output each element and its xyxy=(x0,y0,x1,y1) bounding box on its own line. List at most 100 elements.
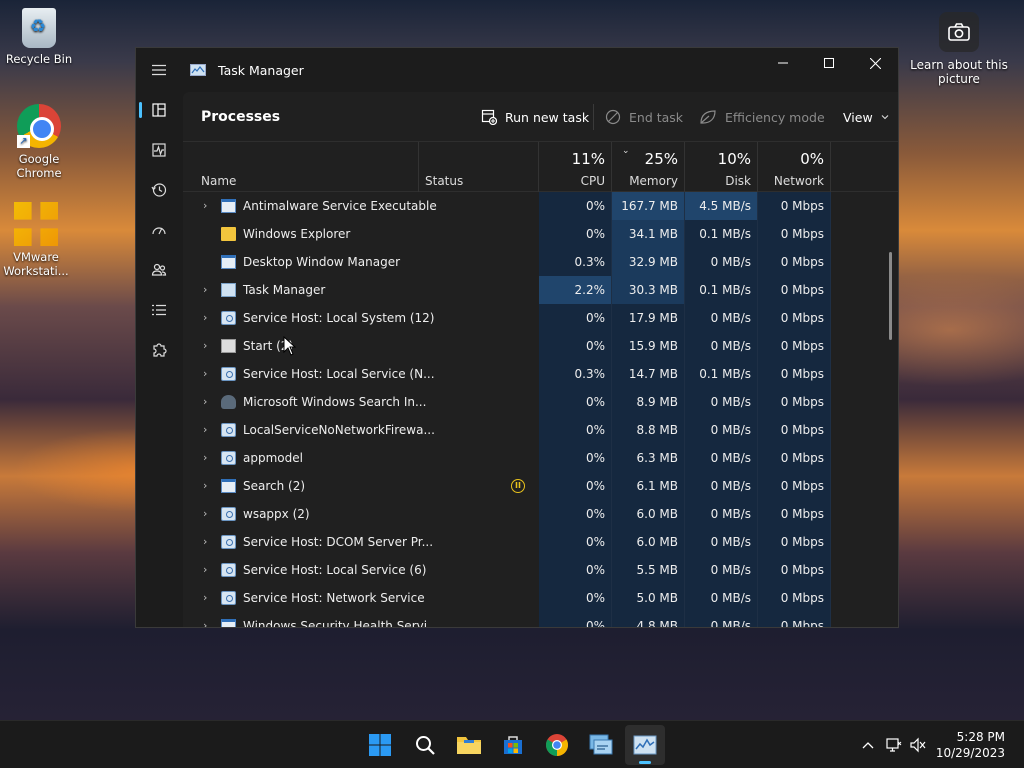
process-name: Desktop Window Manager xyxy=(243,255,401,269)
process-row[interactable]: › appmodel 0% 6.3 MB 0 MB/s 0 Mbps xyxy=(183,444,898,472)
gear-icon xyxy=(221,451,236,465)
disk-total-percent: 10% xyxy=(717,150,751,168)
start-button[interactable] xyxy=(360,725,400,765)
process-row[interactable]: › Search (2) II 0% 6.1 MB 0 MB/s 0 Mbps xyxy=(183,472,898,500)
process-mem: 14.7 MB xyxy=(612,360,685,388)
column-cpu[interactable]: 11% CPU xyxy=(539,142,612,192)
maximize-button[interactable] xyxy=(806,48,852,78)
vertical-scrollbar[interactable] xyxy=(889,252,892,340)
chevron-right-icon[interactable]: › xyxy=(203,556,207,584)
taskbar-google-chrome[interactable] xyxy=(537,725,577,765)
process-row[interactable]: › Service Host: Network Service 0% 5.0 MB 0 … xyxy=(183,584,898,612)
view-dropdown[interactable]: View xyxy=(843,92,889,142)
taskbar-search-button[interactable] xyxy=(405,725,445,765)
nav-processes[interactable] xyxy=(136,90,182,130)
hamburger-icon xyxy=(152,64,166,76)
chevron-right-icon[interactable]: › xyxy=(203,192,207,220)
chevron-right-icon[interactable]: › xyxy=(203,276,207,304)
process-row[interactable]: › Service Host: Local System (12) 0% 17.9 M… xyxy=(183,304,898,332)
nav-performance[interactable] xyxy=(136,130,182,170)
nav-startup-apps[interactable] xyxy=(136,210,182,250)
process-row[interactable]: › Service Host: Local Service (N... 0.3% 14… xyxy=(183,360,898,388)
column-memory-label: Memory xyxy=(629,174,678,188)
gear-icon xyxy=(221,591,236,605)
chevron-right-icon[interactable]: › xyxy=(203,500,207,528)
process-cpu: 0.3% xyxy=(539,360,612,388)
process-net: 0 Mbps xyxy=(758,472,831,500)
run-new-task-button[interactable]: Run new task xyxy=(481,92,589,142)
gear-icon xyxy=(221,507,236,521)
process-row[interactable]: › Windows Security Health Servi... 0% 4.8 M… xyxy=(183,612,898,627)
chevron-right-icon[interactable]: › xyxy=(203,444,207,472)
process-row[interactable]: › LocalServiceNoNetworkFirewa... 0% 8.8 MB 0… xyxy=(183,416,898,444)
hamburger-menu-button[interactable] xyxy=(136,48,182,92)
column-network[interactable]: 0% Network xyxy=(758,142,831,192)
taskbar-file-explorer[interactable] xyxy=(449,725,489,765)
process-name: LocalServiceNoNetworkFirewa... xyxy=(243,423,435,437)
desktop-icon-recycle-bin[interactable]: Recycle Bin xyxy=(1,8,77,66)
nav-users[interactable] xyxy=(136,250,182,290)
efficiency-mode-label: Efficiency mode xyxy=(725,109,825,125)
nav-details[interactable] xyxy=(136,290,182,330)
process-mem: 5.0 MB xyxy=(612,584,685,612)
close-button[interactable] xyxy=(852,48,898,78)
chevron-right-icon[interactable]: › xyxy=(203,472,207,500)
column-disk[interactable]: 10% Disk xyxy=(685,142,758,192)
process-net: 0 Mbps xyxy=(758,304,831,332)
process-row[interactable]: Desktop Window Manager 0.3% 32.9 MB 0 MB/s 0… xyxy=(183,248,898,276)
process-cpu: 0% xyxy=(539,556,612,584)
chevron-right-icon[interactable]: › xyxy=(203,612,207,627)
clock[interactable]: 5:28 PM 10/29/2023 xyxy=(936,729,1005,761)
chevron-right-icon[interactable]: › xyxy=(203,584,207,612)
process-status-cell xyxy=(419,444,539,472)
process-row[interactable]: › Service Host: Local Service (6) 0% 5.5 MB… xyxy=(183,556,898,584)
nav-services[interactable] xyxy=(136,330,182,370)
process-net: 0 Mbps xyxy=(758,528,831,556)
start-icon xyxy=(221,339,236,353)
chevron-right-icon[interactable]: › xyxy=(203,528,207,556)
nav-app-history[interactable] xyxy=(136,170,182,210)
process-mem: 6.3 MB xyxy=(612,444,685,472)
taskbar-microsoft-store[interactable] xyxy=(493,725,533,765)
spotlight-learn-about[interactable]: Learn about this picture xyxy=(904,12,1014,86)
quick-settings-button[interactable] xyxy=(882,727,930,763)
chevron-right-icon[interactable]: › xyxy=(203,304,207,332)
process-name-cell: › Service Host: Local Service (6) xyxy=(183,556,426,584)
title-bar[interactable]: Task Manager xyxy=(136,48,898,92)
process-net: 0 Mbps xyxy=(758,248,831,276)
shortcut-arrow-icon: ↗ xyxy=(17,135,30,148)
page-title: Processes xyxy=(201,108,281,125)
process-net: 0 Mbps xyxy=(758,444,831,472)
chevron-right-icon[interactable]: › xyxy=(203,416,207,444)
minimize-button[interactable] xyxy=(760,48,806,78)
process-disk: 0 MB/s xyxy=(685,332,758,360)
column-status[interactable]: Status xyxy=(419,142,539,192)
efficiency-mode-button[interactable]: Efficiency mode xyxy=(699,92,825,142)
process-net: 0 Mbps xyxy=(758,556,831,584)
taskbar-vmware-workstation[interactable] xyxy=(581,725,621,765)
end-task-button[interactable]: End task xyxy=(605,92,683,142)
process-row[interactable]: Windows Explorer 0% 34.1 MB 0.1 MB/s 0 Mbps xyxy=(183,220,898,248)
process-row[interactable]: › wsappx (2) 0% 6.0 MB 0 MB/s 0 Mbps xyxy=(183,500,898,528)
process-net: 0 Mbps xyxy=(758,612,831,627)
process-name: Search (2) xyxy=(243,479,306,493)
column-memory[interactable]: ⌄ 25% Memory xyxy=(612,142,685,192)
volume-muted-icon xyxy=(910,737,926,753)
taskbar-task-manager[interactable] xyxy=(625,725,665,765)
chevron-right-icon[interactable]: › xyxy=(203,360,207,388)
show-hidden-icons-button[interactable] xyxy=(853,727,883,763)
process-row[interactable]: › Service Host: DCOM Server Pr... 0% 6.0 MB… xyxy=(183,528,898,556)
process-row[interactable]: › Antimalware Service Executable 0% 167.7 M… xyxy=(183,192,898,220)
process-mem: 167.7 MB xyxy=(612,192,685,220)
chevron-right-icon[interactable]: › xyxy=(203,388,207,416)
process-row[interactable]: › Task Manager 2.2% 30.3 MB 0.1 MB/s 0 Mbps xyxy=(183,276,898,304)
process-name-cell: › Service Host: Local System (12) xyxy=(183,304,434,332)
column-name[interactable]: Name xyxy=(183,142,419,192)
processes-icon xyxy=(152,103,166,117)
process-cpu: 0% xyxy=(539,500,612,528)
processes-page: Processes Run new task End task Efficien… xyxy=(183,92,898,627)
process-row[interactable]: › Microsoft Windows Search In... 0% 8.9 MB 0… xyxy=(183,388,898,416)
desktop-icon-google-chrome[interactable]: ↗ Google Chrome xyxy=(1,104,77,180)
chevron-right-icon[interactable]: › xyxy=(203,332,207,360)
desktop-icon-vmware[interactable]: VMware Workstati... xyxy=(0,202,74,278)
